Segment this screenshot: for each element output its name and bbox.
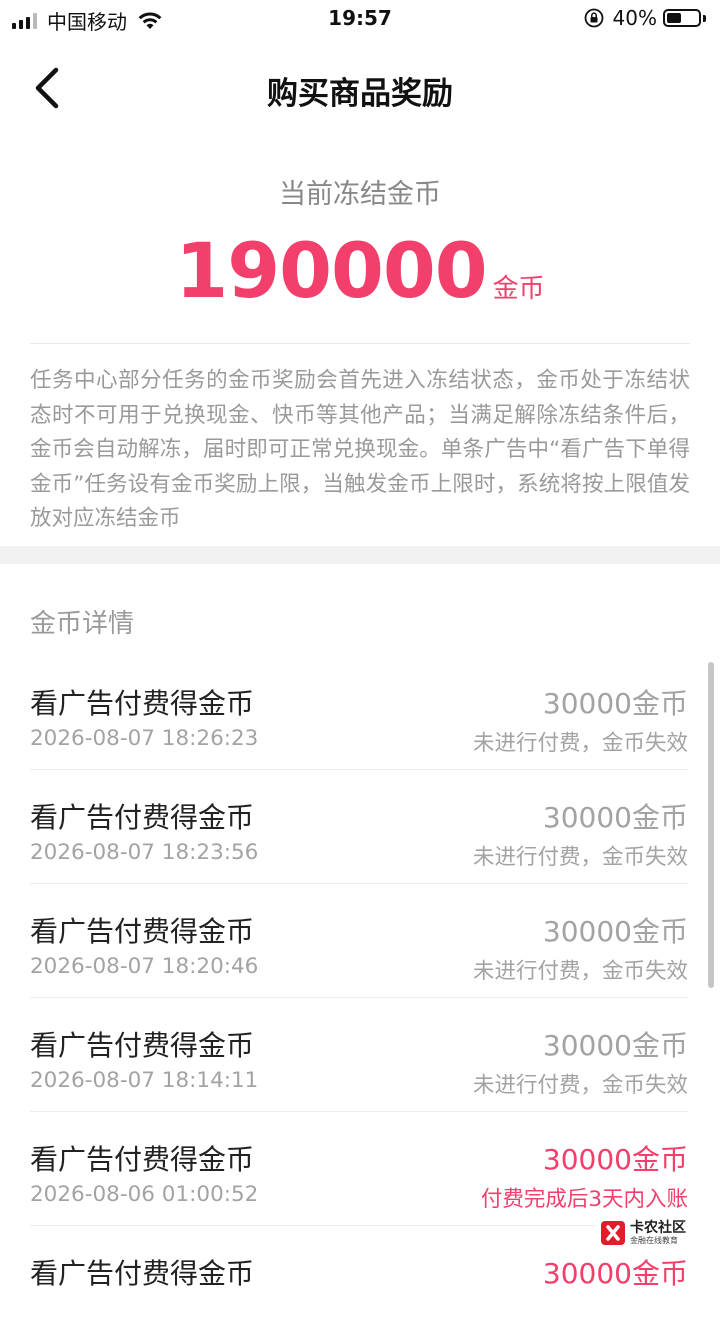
record-time: 2026-08-07 18:20:46 xyxy=(30,954,259,979)
record-item-pending: 看广告付费得金币 2026-08-06 01:00:52 30000金币 付费完… xyxy=(30,1112,688,1226)
record-amount: 30000金币 xyxy=(542,1257,688,1290)
record-time: 2026-08-07 18:26:23 xyxy=(30,726,259,751)
record-item: 看广告付费得金币 2026-08-07 18:14:11 30000金币 未进行… xyxy=(30,998,688,1112)
nav-bar: 购买商品奖励 xyxy=(0,38,720,138)
page-title: 购买商品奖励 xyxy=(267,76,453,112)
status-bar: 中国移动 19:57 40% xyxy=(0,0,720,38)
watermark-title: 卡农社区 xyxy=(630,1220,686,1236)
record-amount: 30000金币 xyxy=(542,801,688,834)
coin-details-heading: 金币详情 xyxy=(30,609,135,639)
record-status: 未进行付费，金币失效 xyxy=(472,731,688,756)
status-right: 40% xyxy=(583,6,706,30)
record-status: 未进行付费，金币失效 xyxy=(472,959,688,984)
frozen-coins-amount-row: 190000 金币 xyxy=(0,226,720,315)
record-title: 看广告付费得金币 xyxy=(30,1257,255,1290)
watermark-subtitle: 金融在线教育 xyxy=(630,1236,678,1245)
record-item: 看广告付费得金币 2026-08-07 18:20:46 30000金币 未进行… xyxy=(30,884,688,998)
record-status: 未进行付费，金币失效 xyxy=(472,1073,688,1098)
section-separator xyxy=(0,546,720,564)
record-time: 2026-08-06 01:00:52 xyxy=(30,1182,259,1207)
record-title: 看广告付费得金币 xyxy=(30,915,255,948)
frozen-coins-label: 当前冻结金币 xyxy=(279,179,441,210)
record-amount: 30000金币 xyxy=(542,1029,688,1062)
record-title: 看广告付费得金币 xyxy=(30,1143,255,1176)
record-item: 看广告付费得金币 2026-08-07 18:26:23 30000金币 未进行… xyxy=(30,656,688,770)
frozen-coins-amount: 190000 xyxy=(175,226,487,315)
record-time: 2026-08-07 18:14:11 xyxy=(30,1068,259,1093)
record-title: 看广告付费得金币 xyxy=(30,801,255,834)
record-title: 看广告付费得金币 xyxy=(30,1029,255,1062)
rotation-lock-icon xyxy=(584,8,603,28)
kanong-logo-icon xyxy=(601,1221,625,1245)
record-time: 2026-08-07 18:23:56 xyxy=(30,840,259,865)
battery-icon xyxy=(663,9,701,27)
record-title: 看广告付费得金币 xyxy=(30,687,255,720)
coin-records-list: 看广告付费得金币 2026-08-07 18:26:23 30000金币 未进行… xyxy=(30,656,688,1339)
frozen-coins-unit: 金币 xyxy=(492,274,545,304)
record-item-partial: 看广告付费得金币 30000金币 xyxy=(30,1226,688,1339)
summary-divider xyxy=(30,343,690,344)
frozen-coins-description: 任务中心部分任务的金币奖励会首先进入冻结状态，金币处于冻结状态时不可用于兑换现金… xyxy=(30,368,690,531)
record-amount: 30000金币 xyxy=(542,1143,688,1176)
battery-level xyxy=(667,13,681,23)
record-status: 未进行付费，金币失效 xyxy=(472,845,688,870)
watermark: 卡农社区 金融在线教育 xyxy=(596,1218,690,1248)
record-amount: 30000金币 xyxy=(542,687,688,720)
record-amount: 30000金币 xyxy=(542,915,688,948)
scrollbar[interactable] xyxy=(708,662,714,988)
record-status: 付费完成后3天内入账 xyxy=(480,1187,688,1212)
record-item: 看广告付费得金币 2026-08-07 18:23:56 30000金币 未进行… xyxy=(30,770,688,884)
battery-percent: 40% xyxy=(612,6,657,30)
